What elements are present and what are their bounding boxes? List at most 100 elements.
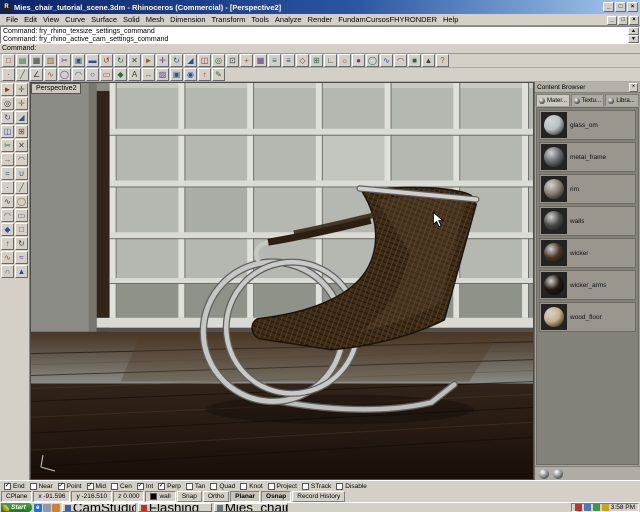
circle-tool-icon[interactable]: ◯ <box>15 195 28 208</box>
command-history-scrollbar[interactable]: ▲ ▼ <box>628 27 639 43</box>
scale-tool-icon[interactable]: ◢ <box>15 111 28 124</box>
circle-icon[interactable]: ◯ <box>58 68 71 81</box>
material-item[interactable]: wicker_arms <box>539 270 636 300</box>
large-preview-icon[interactable] <box>553 468 563 479</box>
help-icon[interactable]: ? <box>436 54 449 67</box>
checkbox-icon[interactable] <box>267 482 275 490</box>
save-file-icon[interactable]: ▦ <box>30 54 43 67</box>
move-icon[interactable]: ✛ <box>156 54 169 67</box>
checkbox-icon[interactable] <box>29 482 37 490</box>
shaded-view-icon[interactable]: ● <box>352 54 365 67</box>
new-file-icon[interactable]: □ <box>2 54 15 67</box>
osnap-pane[interactable]: Osnap <box>261 491 292 502</box>
mirror-icon[interactable]: ◫ <box>198 54 211 67</box>
render-icon[interactable]: ☼ <box>338 54 351 67</box>
cplane-cell[interactable]: CPlane <box>1 491 33 502</box>
material-item[interactable]: wicker <box>539 238 636 268</box>
point-tool-icon[interactable]: · <box>1 181 14 194</box>
properties-icon[interactable]: ≡ <box>282 54 295 67</box>
osnap-checkbox[interactable]: Quad <box>210 482 235 490</box>
network-tray-icon[interactable] <box>592 504 600 511</box>
grid-snap-icon[interactable]: ⊞ <box>310 54 323 67</box>
checkbox-icon[interactable] <box>301 482 309 490</box>
checkbox-icon[interactable] <box>57 482 65 490</box>
zoom-extents-icon[interactable]: ◎ <box>212 54 225 67</box>
polyline-icon[interactable]: ∠ <box>30 68 43 81</box>
menu-item[interactable]: Help <box>440 15 461 24</box>
menu-item[interactable]: FundamCursosFHYRONDER <box>335 15 440 24</box>
checkbox-icon[interactable] <box>185 482 193 490</box>
line-icon[interactable]: ╱ <box>16 68 29 81</box>
command-history[interactable]: Command: fry_rhino_texsize_settings_comm… <box>0 26 640 44</box>
arc-icon[interactable]: ◠ <box>72 68 85 81</box>
osnap-checkbox[interactable]: Perp <box>158 482 181 490</box>
extend-tool-icon[interactable]: → <box>1 153 14 166</box>
maximize-button[interactable]: □ <box>618 15 628 25</box>
rotate-tool-icon[interactable]: ↻ <box>1 111 14 124</box>
maximize-button[interactable]: □ <box>615 2 626 12</box>
arc-tool-icon[interactable]: ◠ <box>1 209 14 222</box>
fillet-tool-icon[interactable]: ◠ <box>15 153 28 166</box>
copy-icon[interactable]: ▣ <box>72 54 85 67</box>
material-list[interactable]: glass_om metal_frame rim walls wicker wi… <box>536 107 639 465</box>
ortho-pane[interactable]: Ortho <box>202 491 230 502</box>
osnap-checkbox[interactable]: Point <box>57 482 82 490</box>
annotate-pencil-icon[interactable]: ✎ <box>212 68 225 81</box>
rectangle-icon[interactable]: ▭ <box>100 68 113 81</box>
menu-item[interactable]: Tools <box>248 15 272 24</box>
menu-item[interactable]: View <box>40 15 62 24</box>
checkbox-icon[interactable] <box>240 482 248 490</box>
rectangle-tool-icon[interactable]: ▭ <box>15 209 28 222</box>
osnap-checkbox[interactable]: Disable <box>336 482 367 490</box>
menu-item[interactable]: Analyze <box>272 15 305 24</box>
layer-cell[interactable]: wall <box>145 491 176 502</box>
recorder-tray-icon[interactable] <box>574 504 582 511</box>
media-player-quicklaunch-icon[interactable] <box>51 503 60 512</box>
move-tool-icon[interactable]: ✛ <box>15 97 28 110</box>
material-item[interactable]: walls <box>539 206 636 236</box>
minimize-button[interactable]: _ <box>603 2 614 12</box>
osnap-checkbox[interactable]: Cen <box>110 482 132 490</box>
menu-item[interactable]: Dimension <box>167 15 208 24</box>
wireframe-view-icon[interactable]: ◯ <box>366 54 379 67</box>
redo-icon[interactable]: ↻ <box>114 54 127 67</box>
osnap-checkbox[interactable]: Tan <box>185 482 205 490</box>
zoom-window-icon[interactable]: ⊡ <box>226 54 239 67</box>
viewport-canvas[interactable] <box>31 83 533 479</box>
scale-icon[interactable]: ◢ <box>184 54 197 67</box>
paste-icon[interactable]: ▬ <box>86 54 99 67</box>
start-button[interactable]: Start <box>1 503 32 512</box>
hatch-icon[interactable]: ▨ <box>156 68 169 81</box>
ortho-mode-icon[interactable]: ∟ <box>324 54 337 67</box>
menu-item[interactable]: Surface <box>88 15 120 24</box>
checkbox-icon[interactable] <box>136 482 144 490</box>
osnap-checkbox[interactable]: Mid <box>86 482 106 490</box>
panel-close-button[interactable]: × <box>629 82 638 92</box>
select-pointer-icon[interactable]: ► <box>142 54 155 67</box>
minimize-button[interactable]: _ <box>607 15 617 25</box>
pan-view-icon[interactable]: + <box>240 54 253 67</box>
menu-item[interactable]: Edit <box>21 15 40 24</box>
open-file-icon[interactable]: ▤ <box>16 54 29 67</box>
material-item[interactable]: metal_frame <box>539 142 636 172</box>
osnap-checkbox[interactable]: Knot <box>240 482 263 490</box>
rotate-icon[interactable]: ↻ <box>170 54 183 67</box>
record-history-pane[interactable]: Record History <box>292 491 346 502</box>
update-tray-icon[interactable] <box>601 504 609 511</box>
menu-item[interactable]: Mesh <box>143 15 167 24</box>
sweep-tool-icon[interactable]: ∿ <box>1 251 14 264</box>
named-views-icon[interactable]: ▦ <box>254 54 267 67</box>
dimension-icon[interactable]: ↔ <box>142 68 155 81</box>
content-browser-tab[interactable]: Mater... <box>536 94 570 106</box>
volume-tray-icon[interactable] <box>583 504 591 511</box>
menu-item[interactable]: Transform <box>209 15 249 24</box>
offset-tool-icon[interactable]: = <box>1 167 14 180</box>
loft-tool-icon[interactable]: ≈ <box>15 251 28 264</box>
checkbox-icon[interactable] <box>86 482 94 490</box>
checkbox-icon[interactable] <box>158 482 166 490</box>
extrude-tool-icon[interactable]: ↑ <box>1 237 14 250</box>
layers-icon[interactable]: ≡ <box>268 54 281 67</box>
text-object-icon[interactable]: A <box>128 68 141 81</box>
material-item[interactable]: wood_floor <box>539 302 636 332</box>
show-desktop-quicklaunch-icon[interactable] <box>42 503 51 512</box>
